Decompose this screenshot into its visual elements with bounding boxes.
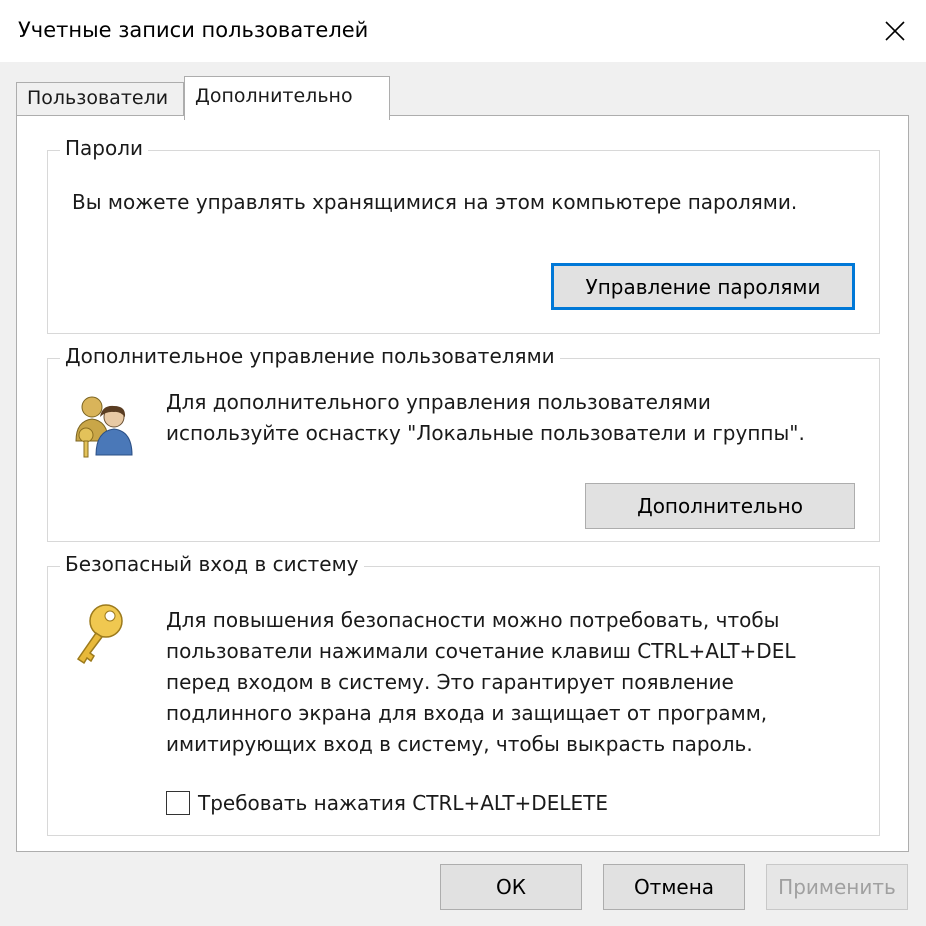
tab-panel-advanced: Пароли Вы можете управлять хранящимися н… [16, 115, 909, 852]
passwords-group: Пароли Вы можете управлять хранящимися н… [47, 136, 880, 334]
advanced-user-management-legend: Дополнительное управление пользователями [60, 344, 560, 368]
close-icon [885, 21, 905, 41]
users-icon [75, 396, 133, 458]
key-icon [76, 604, 123, 665]
manage-passwords-button[interactable]: Управление паролями [551, 263, 855, 310]
advanced-button[interactable]: Дополнительно [585, 483, 855, 529]
require-ctrl-alt-delete-checkbox[interactable] [166, 791, 190, 815]
title-bar: Учетные записи пользователей [0, 0, 926, 62]
advanced-user-management-group: Дополнительное управление пользователями… [47, 344, 880, 542]
require-ctrl-alt-delete-row[interactable]: Требовать нажатия CTRL+ALT+DELETE [166, 791, 608, 815]
passwords-description: Вы можете управлять хранящимися на этом … [72, 190, 798, 214]
advanced-user-management-description: Для дополнительного управления пользоват… [166, 390, 805, 445]
user-accounts-dialog: Учетные записи пользователей Пользовател… [0, 0, 926, 926]
secure-logon-legend: Безопасный вход в систему [60, 552, 364, 576]
apply-button: Применить [766, 864, 908, 910]
window-title: Учетные записи пользователей [18, 18, 369, 42]
require-ctrl-alt-delete-label[interactable]: Требовать нажатия CTRL+ALT+DELETE [198, 791, 608, 815]
secure-logon-description: Для повышения безопасности можно потребо… [166, 608, 796, 756]
close-button[interactable] [864, 0, 926, 62]
passwords-group-legend: Пароли [60, 136, 149, 160]
tab-advanced[interactable]: Дополнительно [184, 76, 390, 120]
ok-button[interactable]: ОК [440, 864, 582, 910]
secure-logon-group: Безопасный вход в систему Для повышения … [47, 552, 880, 836]
tab-users[interactable]: Пользователи [16, 82, 184, 118]
cancel-button[interactable]: Отмена [603, 864, 745, 910]
